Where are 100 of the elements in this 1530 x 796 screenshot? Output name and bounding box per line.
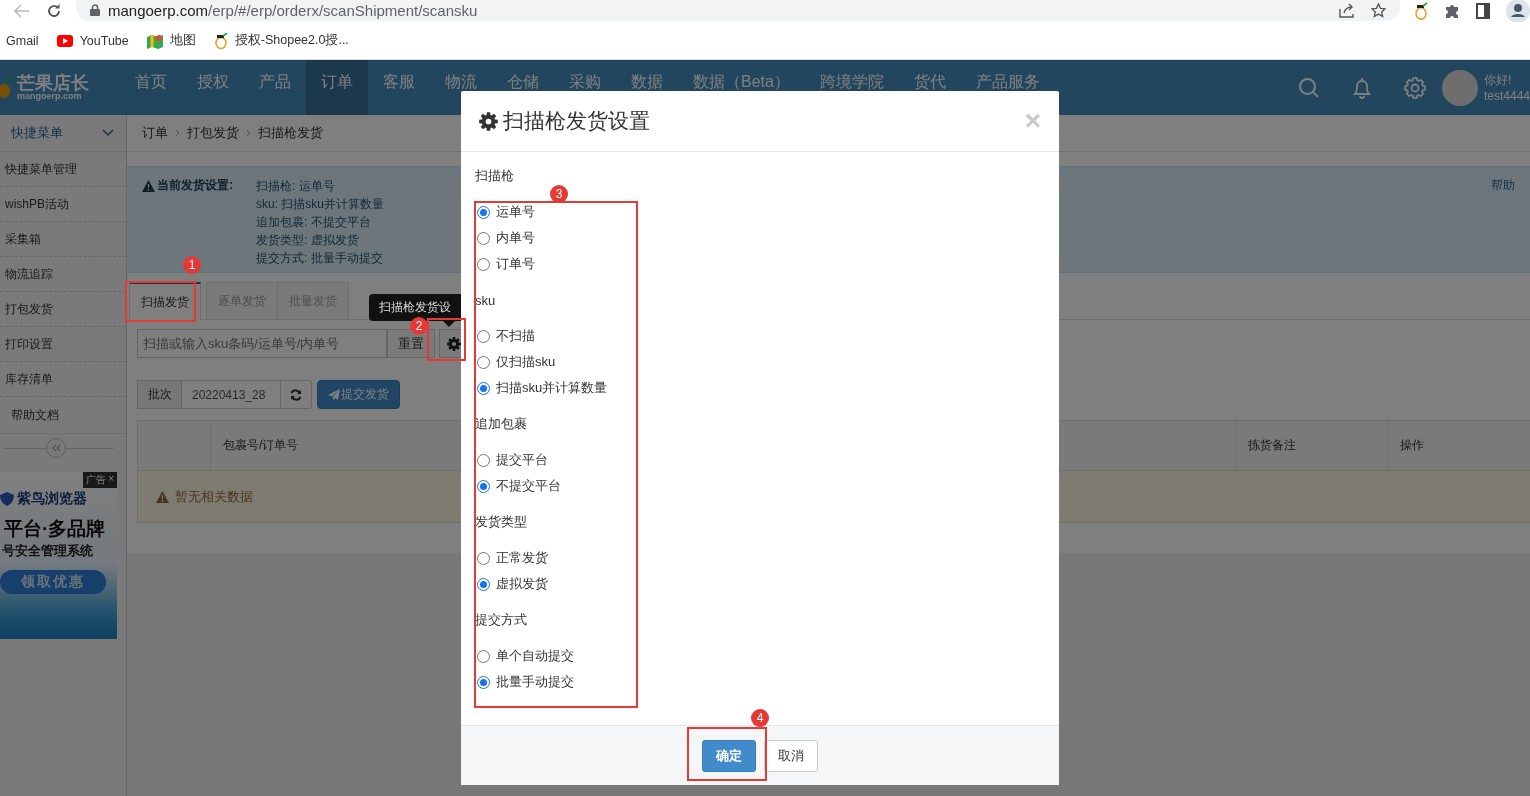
reset-button[interactable]: 重置 — [387, 329, 435, 358]
radio-button[interactable] — [477, 355, 490, 369]
send-icon — [328, 388, 340, 401]
breadcrumb-item[interactable]: 打包发货 — [187, 124, 239, 142]
breadcrumb-item[interactable]: 订单 — [142, 124, 168, 142]
radio-button[interactable] — [477, 205, 490, 219]
radio-label[interactable]: 扫描sku并计算数量 — [496, 379, 608, 397]
radio-button[interactable] — [477, 551, 490, 565]
nav-item[interactable]: 授权 — [182, 60, 244, 115]
nav-item[interactable]: 客服 — [368, 60, 430, 115]
highlight-frame — [427, 318, 466, 361]
radio-label[interactable]: 不扫描 — [496, 327, 535, 345]
warning-icon — [142, 179, 155, 192]
radio-button[interactable] — [477, 649, 490, 663]
address-bar[interactable]: mangoerp.com/erp/#/erp/orderx/scanShipment/scansku — [76, 0, 1400, 21]
greeting-text: 你好! — [1483, 71, 1513, 88]
radio-button[interactable] — [477, 453, 490, 467]
sidebar-item[interactable]: 采集箱 — [0, 222, 126, 257]
ad-subline: 号安全管理系统 — [1, 542, 94, 560]
search-icon[interactable] — [1297, 76, 1320, 99]
chevron-right-icon — [175, 129, 180, 137]
settings-icon — [446, 336, 461, 351]
radio-button[interactable] — [477, 257, 490, 271]
fruit-icon[interactable] — [1414, 2, 1428, 20]
chevron-right-icon — [246, 129, 251, 137]
scan-input-field[interactable]: 扫描或输入sku条码/运单号/内单号 — [137, 329, 387, 358]
confirm-button[interactable]: 确定 — [702, 739, 756, 772]
bookmark[interactable]: Gmail — [6, 33, 39, 48]
radio-label[interactable]: 仅扫描sku — [496, 353, 556, 371]
ad-close[interactable]: × — [108, 473, 114, 487]
radio-button[interactable] — [477, 479, 490, 493]
bell-icon[interactable] — [1350, 76, 1373, 99]
radio-label[interactable]: 不提交平台 — [496, 477, 561, 495]
alert-title: 当前发货设置: — [157, 177, 233, 194]
radio-button[interactable] — [477, 381, 490, 395]
refresh-icon — [290, 388, 302, 401]
setting-line: 提交方式: 批量手动提交 — [256, 250, 384, 267]
fruit-logo-icon — [0, 76, 14, 99]
radio-label[interactable]: 虚拟发货 — [496, 575, 548, 593]
setting-line: sku: 扫描sku并计算数量 — [256, 196, 384, 213]
nav-item[interactable]: 产品 — [244, 60, 306, 115]
column-header: 拣货备注 — [1235, 421, 1387, 470]
sidebar-item[interactable]: 库存清单 — [0, 362, 126, 397]
bookmark[interactable]: 授权-Shopee2.0授... — [234, 32, 349, 49]
group-label: 扫描枪 — [475, 167, 515, 185]
cancel-button[interactable]: 取消 — [764, 739, 818, 772]
puzzle-icon[interactable] — [1444, 3, 1460, 19]
nav-item[interactable]: 订单 — [306, 60, 368, 115]
bookmark[interactable]: 地图 — [169, 32, 196, 49]
settings-icon[interactable] — [1403, 76, 1426, 99]
group-label: 发货类型 — [475, 513, 528, 531]
radio-button[interactable] — [477, 577, 490, 591]
side-panel-icon[interactable] — [1476, 3, 1490, 19]
ad-label: 广告 — [86, 473, 107, 487]
dialog-title: 扫描枪发货设置 — [503, 108, 650, 134]
profile-icon[interactable] — [1506, 0, 1530, 23]
ad-cta-button[interactable]: 领取优惠 — [0, 570, 106, 594]
radio-label[interactable]: 批量手动提交 — [496, 673, 574, 691]
nav-item[interactable]: 首页 — [120, 60, 182, 115]
radio-label[interactable]: 内单号 — [496, 229, 535, 247]
group-label: sku — [475, 291, 497, 310]
radio-label[interactable]: 运单号 — [496, 203, 535, 221]
double-chevron-left-icon — [51, 444, 61, 452]
url-text: mangoerp.com/erp/#/erp/orderx/scanShipment/scansku — [108, 1, 478, 19]
star-icon[interactable] — [1371, 2, 1386, 18]
settings-icon — [479, 111, 498, 131]
ad-brand: 紫鸟浏览器 — [17, 490, 87, 508]
bookmark[interactable]: YouTube — [79, 33, 129, 48]
sidebar-item[interactable]: 打包发货 — [0, 292, 126, 327]
sidebar-item[interactable]: 快捷菜单管理 — [0, 152, 126, 187]
radio-label[interactable]: 提交平台 — [496, 451, 548, 469]
sidebar-title[interactable]: 快捷菜单 — [11, 124, 63, 142]
tab[interactable]: 扫描发货 — [129, 282, 201, 320]
setting-line: 追加包裹: 不提交平台 — [256, 214, 372, 231]
username[interactable]: test4444 — [1483, 87, 1530, 104]
radio-button[interactable] — [477, 675, 490, 689]
radio-label[interactable]: 单个自动提交 — [496, 647, 574, 665]
chevron-down-icon[interactable] — [102, 129, 114, 137]
share-icon[interactable] — [1339, 2, 1355, 18]
breadcrumb-item: 扫描枪发货 — [258, 124, 323, 142]
shield-icon — [0, 492, 14, 506]
sidebar-item[interactable]: wishPB活动 — [0, 187, 126, 222]
batch-label: 批次 — [137, 380, 182, 409]
sidebar-item[interactable]: 物流追踪 — [0, 257, 126, 292]
setting-line: 发货类型: 虚拟发货 — [256, 232, 360, 249]
group-label: 提交方式 — [475, 611, 528, 629]
radio-label[interactable]: 订单号 — [496, 255, 535, 273]
radio-button[interactable] — [477, 231, 490, 245]
reload-icon[interactable] — [46, 3, 62, 19]
batch-field[interactable]: 20220413_28 — [182, 380, 281, 409]
submit-button[interactable]: 提交发货 — [317, 380, 400, 409]
sidebar-item[interactable]: 打印设置 — [0, 327, 126, 362]
highlight-frame — [125, 281, 196, 322]
help-link[interactable]: 帮助 — [1491, 177, 1515, 194]
column-header: 操作 — [1387, 421, 1530, 470]
radio-button[interactable] — [477, 329, 490, 343]
lock-icon — [90, 4, 100, 16]
radio-label[interactable]: 正常发货 — [496, 549, 548, 567]
refresh-button[interactable] — [281, 380, 312, 409]
logo-subtitle: mangoerp.com — [17, 92, 82, 101]
